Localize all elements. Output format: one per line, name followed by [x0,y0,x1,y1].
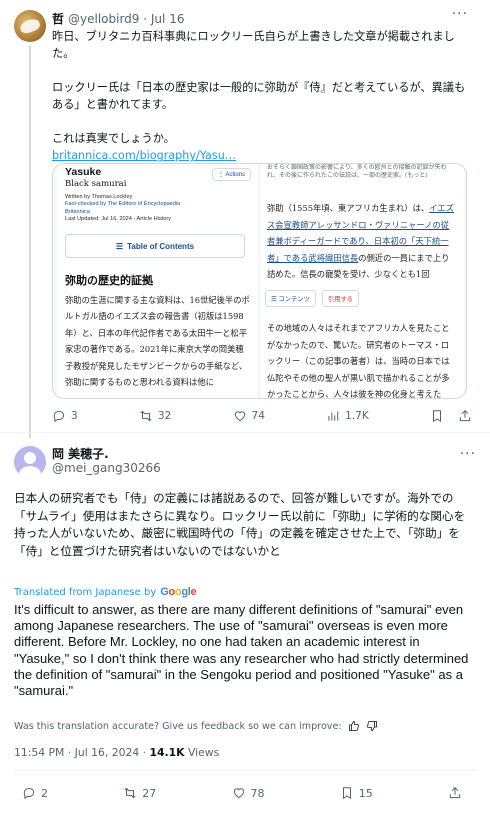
share-icon [449,787,461,799]
section-body: 弥助の生涯に関する主な資料は、16世紀後半のポルトガル語のイエズス会の報告書（初… [65,295,250,388]
bookmark-icon [342,787,351,800]
bird-avatar-image [18,16,42,36]
tweet-timestamp[interactable]: 11:54 PM · Jul 16, 2024 · 14.1K Views [14,746,219,759]
bookmark-count: 15 [358,786,373,800]
repost-button[interactable]: 32 [139,409,171,423]
google-logo: Google [160,586,197,598]
intro-text: 弥助（1555年頃、東アフリカ生まれ）は、 [267,203,430,213]
avatar[interactable] [14,10,46,42]
tweet-text: 日本人の研究者でも「侍」の定義には諸説あるので、回答が難しいですが。海外での「サ… [14,491,466,558]
translated-text: It's difficult to answer, as there are m… [14,602,469,699]
like-count: 78 [250,786,265,800]
repost-count: 32 [157,410,172,422]
translated-label[interactable]: Translated from Japanese by [14,587,156,598]
like-icon [234,411,245,422]
like-count: 74 [251,410,265,422]
meta-written: Written by Thomas Lockley [65,194,133,200]
thumbs-down-icon[interactable] [366,720,378,732]
section-heading: 弥助の歴史的証拠 [65,274,153,287]
reply-button[interactable]: 2 [22,786,48,800]
tweet-actions: 2 27 78 15 [22,786,462,800]
author-name[interactable]: 岡 美穂子. [52,445,109,462]
repost-icon [124,787,136,799]
faded-text: おそらく鎖国政策の影響により、多くの欧州との接触の記録が失われ、その後に作られた… [267,164,447,179]
avatar-body [19,466,41,478]
reply-button[interactable]: 3 [52,409,78,423]
share-button[interactable] [448,786,462,800]
screenshot-left: Yasuke ⋮ Actions Black samurai Written b… [57,164,257,398]
article-link[interactable]: britannica.com/biography/Yasu… [52,149,236,162]
like-button[interactable]: 74 [233,409,265,423]
reply-icon [53,410,65,423]
image-card[interactable]: Yasuke ⋮ Actions Black samurai Written b… [52,163,467,399]
intro-paragraph: 弥助（1555年頃、東アフリカ生まれ）は、イエズス会宣教師アレッサンドロ・ヴァリ… [267,200,457,283]
reply-icon [23,787,35,800]
repost-button[interactable]: 27 [123,786,156,800]
translation-feedback: Was this translation accurate? Give us f… [14,720,378,732]
toc-button: ☰ Table of Contents [65,234,245,258]
reply-count: 3 [71,410,78,422]
more-icon[interactable]: ··· [452,6,468,22]
views-count: 14.1K [149,746,185,759]
avatar-head [24,452,36,464]
reply-count: 2 [41,786,48,800]
views-count: 1.7K [345,410,369,422]
tweet-line: 昨日、ブリタニカ百科事典にロックリー氏自らが上書きした文章が掲載されました。 [52,30,455,60]
views-icon [328,411,339,421]
like-button[interactable]: 78 [232,786,265,800]
list-icon: ☰ [115,241,124,251]
divider [0,432,490,433]
more-icon[interactable]: ··· [460,446,476,462]
timestamp-text: 11:54 PM · Jul 16, 2024 · [14,746,150,759]
cite-button: 引用する [321,289,360,307]
feedback-text: Was this translation accurate? Give us f… [14,720,342,732]
thread-line [29,46,31,438]
article-meta: Written by Thomas Lockley Fact-checked b… [65,194,195,224]
thumbs-up-icon[interactable] [348,720,360,732]
tweet-date[interactable]: · Jul 16 [143,12,184,26]
views-label: Views [184,746,220,759]
article-title: Yasuke [65,166,102,178]
avatar[interactable] [14,446,46,478]
tweet-actions: 3 32 74 1.7K [52,409,472,423]
article-toolbar: ☰ コンテンツ 引用する [265,288,460,308]
meta-updated: Last Updated: Jul 16, 2024 · Article His… [65,216,172,223]
tweet-line: これは真実でしょうか。 [52,132,175,145]
author-handle[interactable]: @mei_gang30266 [52,461,161,475]
like-icon [233,788,244,799]
translation-attribution[interactable]: Translated from Japanese by Google [14,586,197,598]
action-group [430,409,472,423]
contents-button: ☰ コンテンツ [265,289,316,307]
repost-count: 27 [142,786,157,800]
screenshot-right: おそらく鎖国政策の影響により、多くの欧州との接触の記録が失われ、その後に作られた… [261,164,464,399]
body-paragraph: その地域の人々はそれまでアフリカ人を見たことがなかったので、驚いた。研究者のトー… [267,323,450,399]
divider [14,770,476,771]
meta-fact-checked: Fact-checked by The Editors of Encyclopa… [65,201,181,215]
bookmark-icon[interactable] [430,409,444,423]
repost-icon [140,410,152,422]
share-icon[interactable] [458,409,472,423]
views-button[interactable]: 1.7K [326,409,369,423]
author-name[interactable]: 哲 [52,12,64,26]
tweet-line: ロックリー氏は「日本の歴史家は一般的に弥助が『侍』だと考えているが、異議もある」… [52,81,466,111]
bookmark-button[interactable]: 15 [340,786,373,800]
toc-label: Table of Contents [127,241,195,251]
tweet-header: 哲 @yellobird9 · Jul 16 [52,10,184,27]
actions-button: ⋮ Actions [211,168,251,181]
tweet-quoted[interactable]: 哲 @yellobird9 · Jul 16 ··· 昨日、ブリタニカ百科事典にロ… [0,0,490,438]
article-subtitle: Black samurai [65,179,127,189]
author-handle[interactable]: @yellobird9 [68,12,139,26]
tweet-text: 昨日、ブリタニカ百科事典にロックリー氏自らが上書きした文章が掲載されました。 ロ… [52,28,472,164]
